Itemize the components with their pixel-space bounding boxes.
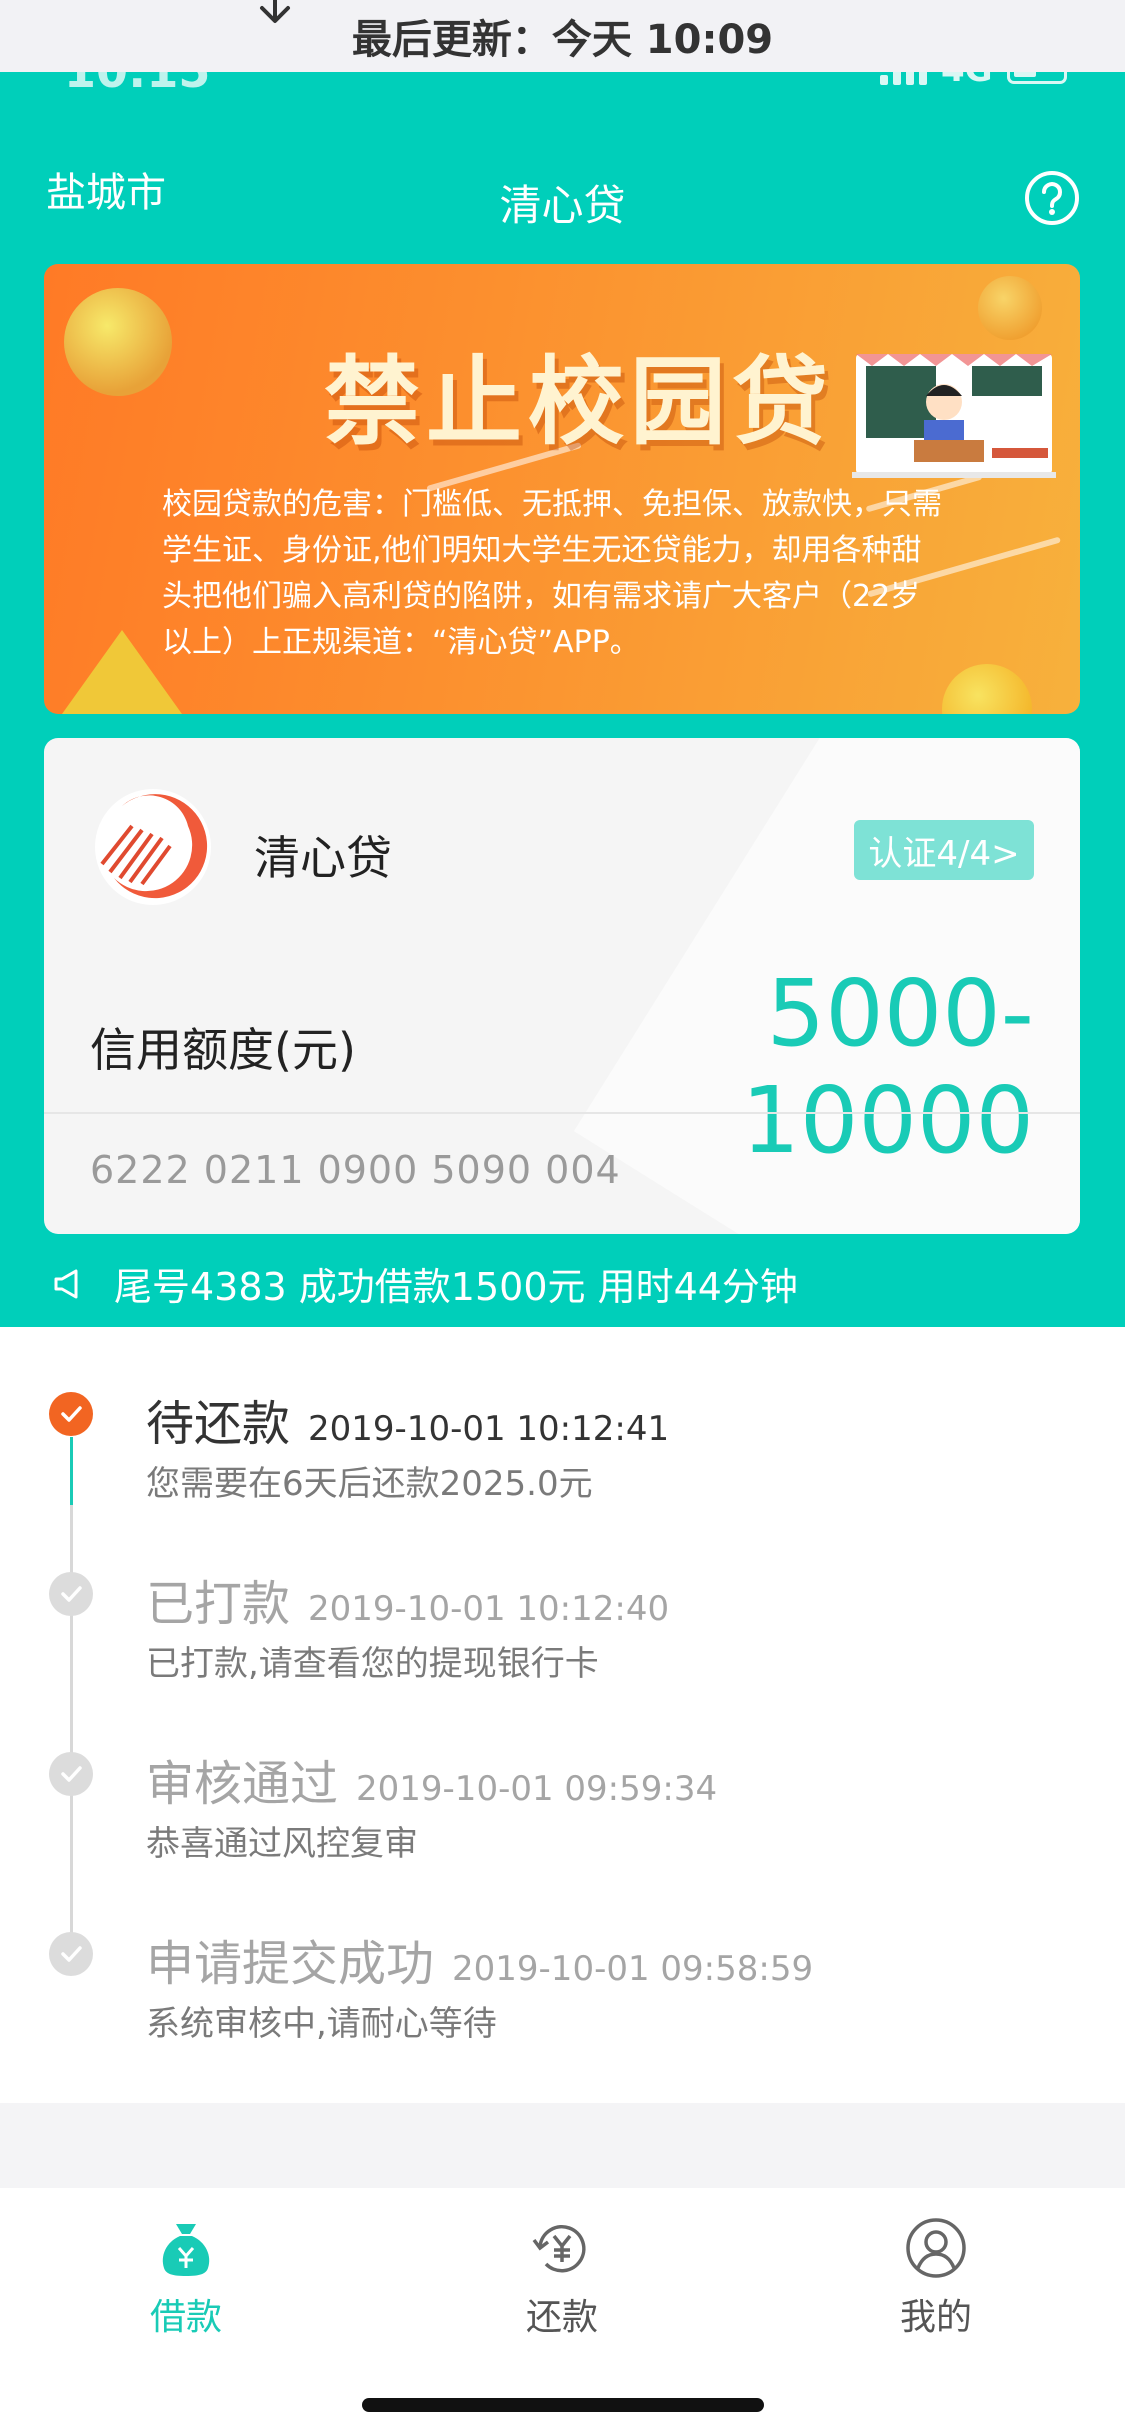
step-description: 已打款,请查看您的提现银行卡 bbox=[146, 1644, 599, 1684]
tab-label: 还款 bbox=[525, 2297, 598, 2338]
timeline-step: 待还款 2019-10-01 10:12:41 bbox=[146, 1384, 669, 1454]
step-time: 2019-10-01 09:59:34 bbox=[356, 1769, 718, 1809]
bank-card-number: 6222 0211 0900 5090 004 bbox=[90, 1148, 621, 1192]
credit-label: 信用额度(元) bbox=[90, 1023, 356, 1077]
step-description: 恭喜通过风控复审 bbox=[146, 1824, 418, 1864]
user-circle-icon bbox=[906, 2218, 966, 2278]
card-title: 清心贷 bbox=[254, 831, 392, 885]
money-bag-icon bbox=[162, 2224, 210, 2276]
tab-label: 我的 bbox=[899, 2297, 972, 2338]
step-title: 审核通过 bbox=[146, 1756, 339, 1812]
step-title: 已打款 bbox=[146, 1576, 291, 1632]
step-check-icon bbox=[49, 1932, 93, 1976]
question-circle-icon[interactable] bbox=[1024, 170, 1080, 226]
decor-ball bbox=[978, 276, 1042, 340]
promo-body: 校园贷款的危害：门槛低、无抵押、免担保、放款快，只需学生证、身份证,他们明知大学… bbox=[162, 487, 942, 660]
tab-label: 借款 bbox=[149, 2297, 222, 2338]
verify-badge[interactable]: 认证4/4> bbox=[854, 820, 1034, 880]
timeline-step: 审核通过 2019-10-01 09:59:34 bbox=[146, 1744, 717, 1814]
decor-ball bbox=[942, 664, 1032, 714]
timeline-step: 申请提交成功 2019-10-01 09:58:59 bbox=[146, 1924, 813, 1994]
promo-title: 禁止校园贷 bbox=[324, 346, 834, 458]
step-description: 系统审核中,请耐心等待 bbox=[146, 2004, 497, 2044]
decor-ball bbox=[64, 288, 172, 396]
loan-card: 清心贷 认证4/4> 信用额度(元) 5000-10000 6222 0211 … bbox=[44, 738, 1080, 1234]
repay-yen-icon bbox=[532, 2225, 586, 2273]
tab-mine[interactable]: 我的 bbox=[836, 2216, 1036, 2340]
step-check-icon bbox=[49, 1572, 93, 1616]
timeline-line-active bbox=[70, 1437, 73, 1505]
timeline-step: 已打款 2019-10-01 10:12:40 bbox=[146, 1564, 669, 1634]
classroom-illustration bbox=[852, 354, 1056, 478]
step-check-icon bbox=[49, 1752, 93, 1796]
refresh-banner: 最后更新：今天 10:09 bbox=[0, 0, 1125, 72]
step-title: 待还款 bbox=[146, 1396, 291, 1452]
step-description: 您需要在6天后还款2025.0元 bbox=[146, 1464, 593, 1504]
step-title: 申请提交成功 bbox=[146, 1936, 435, 1992]
speaker-icon bbox=[54, 1269, 78, 1298]
step-time: 2019-10-01 10:12:41 bbox=[308, 1409, 670, 1449]
ticker-text: 尾号4383 成功借款1500元 用时44分钟 bbox=[114, 1265, 798, 1309]
page-title: 清心贷 bbox=[499, 181, 626, 230]
tab-repay[interactable]: 还款 bbox=[462, 2216, 662, 2340]
step-check-active-icon bbox=[49, 1392, 93, 1436]
refresh-text: 最后更新：今天 10:09 bbox=[351, 17, 774, 63]
credit-value: 5000-10000 bbox=[741, 960, 1034, 1174]
tab-borrow[interactable]: 借款 bbox=[86, 2216, 286, 2340]
step-time: 2019-10-01 09:58:59 bbox=[452, 1949, 814, 1989]
step-time: 2019-10-01 10:12:40 bbox=[308, 1589, 670, 1629]
promo-banner[interactable]: 禁止校园贷 校园贷款的危害：门槛低、无抵押、免担保、放款快，只需学生证、身份证,… bbox=[44, 264, 1080, 714]
loan-ticker: 尾号4383 成功借款1500元 用时44分钟 bbox=[52, 1256, 798, 1311]
divider bbox=[44, 1112, 1080, 1114]
home-indicator bbox=[362, 2398, 764, 2412]
arrow-down-icon bbox=[260, 0, 290, 23]
app-logo-icon bbox=[95, 789, 211, 905]
